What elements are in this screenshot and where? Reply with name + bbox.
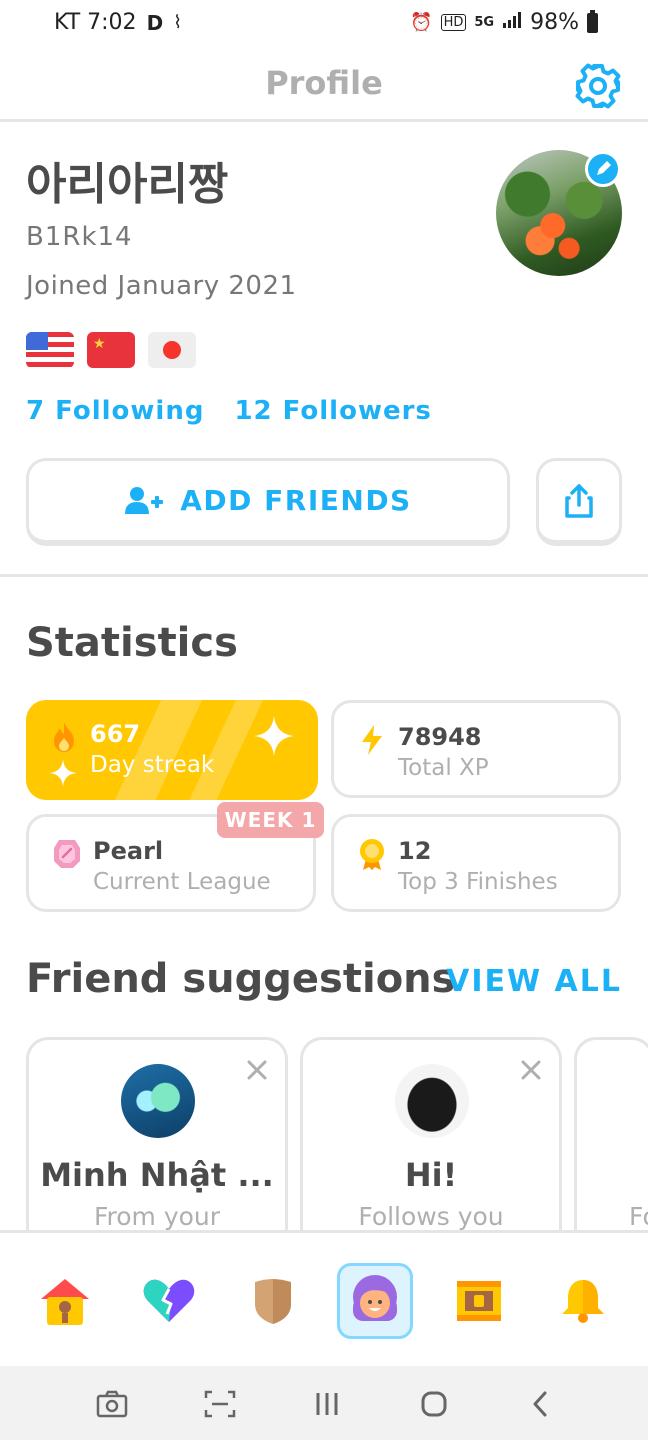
nav-learn[interactable] — [27, 1263, 103, 1339]
china-flag-icon[interactable]: ★ — [87, 332, 135, 368]
status-right: ⏰ HD 5G 98% — [410, 9, 598, 35]
gear-icon — [575, 63, 621, 109]
nav-leaderboards[interactable] — [235, 1263, 311, 1339]
signal-icon — [502, 11, 522, 34]
stat-card-streak[interactable]: 667 Day streak — [26, 700, 318, 800]
suggestion-avatar — [121, 1064, 195, 1138]
view-all-link[interactable]: VIEW ALL — [446, 964, 622, 999]
scan-button[interactable] — [200, 1384, 240, 1424]
statistics-title: Statistics — [26, 620, 238, 666]
suggestion-card[interactable]: Fo — [574, 1037, 648, 1237]
sparkle-icon — [254, 716, 294, 756]
following-link[interactable]: 7 Following — [26, 396, 204, 426]
back-icon — [533, 1391, 547, 1417]
followers-link[interactable]: 12 Followers — [234, 396, 431, 426]
scan-icon — [204, 1390, 236, 1418]
stat-card-xp[interactable]: 78948 Total XP — [331, 700, 621, 798]
hd-icon: HD — [440, 14, 467, 31]
system-nav-bar — [0, 1366, 648, 1440]
suggestion-reason: Fo — [629, 1202, 648, 1231]
camera-button[interactable] — [92, 1384, 132, 1424]
lightning-icon — [362, 725, 382, 755]
medal-icon — [360, 839, 384, 870]
pencil-icon — [597, 161, 611, 175]
settings-button[interactable] — [574, 62, 622, 110]
friend-suggestions-title: Friend suggestions — [26, 956, 456, 1002]
suggestion-avatar — [395, 1064, 469, 1138]
edit-avatar-button[interactable] — [585, 151, 621, 187]
top-header: Profile — [0, 50, 648, 122]
suggestion-card[interactable]: Minh Nhật ... From your — [26, 1037, 288, 1237]
page-title: Profile — [265, 64, 383, 102]
back-button[interactable] — [521, 1384, 561, 1424]
top3-label: Top 3 Finishes — [398, 869, 558, 895]
recent-apps-button[interactable] — [307, 1384, 347, 1424]
japan-flag-icon[interactable] — [148, 332, 196, 368]
home-icon — [41, 1279, 89, 1325]
suggestion-reason: Follows you — [358, 1202, 504, 1231]
battery-icon — [587, 9, 598, 33]
bottom-nav — [0, 1230, 648, 1366]
status-left: KT 7:02 D ⌇ — [54, 10, 182, 35]
camera-icon — [96, 1390, 128, 1418]
recent-apps-icon — [316, 1393, 338, 1415]
top3-value: 12 — [398, 837, 432, 865]
nav-shop[interactable] — [441, 1263, 517, 1339]
joined-date: Joined January 2021 — [26, 271, 297, 301]
suggestion-name: Minh Nhật ... — [40, 1156, 274, 1194]
home-button[interactable] — [414, 1384, 454, 1424]
us-flag-icon[interactable] — [26, 332, 74, 368]
week-badge: WEEK 1 — [217, 802, 324, 838]
suggestion-name: Hi! — [404, 1156, 458, 1194]
add-user-icon — [125, 486, 164, 514]
follow-counts: 7 Following 12 Followers — [26, 396, 432, 426]
xp-label: Total XP — [398, 755, 489, 781]
nav-notifications[interactable] — [545, 1263, 621, 1339]
app-notification-icon: D — [146, 10, 164, 35]
chest-icon — [457, 1281, 501, 1321]
carrier-time: KT 7:02 — [54, 10, 137, 35]
section-divider — [0, 574, 648, 577]
bell-icon — [562, 1280, 604, 1323]
league-shield-icon — [255, 1279, 291, 1324]
nav-profile[interactable] — [337, 1263, 413, 1339]
league-value: Pearl — [93, 837, 164, 865]
streak-value: 667 — [90, 720, 141, 748]
alarm-icon: ⏰ — [410, 12, 433, 33]
close-icon[interactable] — [519, 1058, 543, 1082]
5g-icon: 5G — [474, 15, 495, 30]
home-circle-icon — [421, 1391, 447, 1417]
suggestion-reason: From your — [93, 1202, 221, 1231]
battery-percent: 98% — [530, 10, 579, 35]
flame-icon — [54, 722, 74, 752]
username: B1Rk14 — [26, 222, 133, 252]
xp-value: 78948 — [398, 723, 482, 751]
sparkle-small-icon — [49, 759, 77, 787]
suggestion-card[interactable]: Hi! Follows you — [300, 1037, 562, 1237]
course-flags: ★ — [26, 332, 196, 368]
add-friends-label: ADD FRIENDS — [180, 484, 412, 517]
league-label: Current League — [93, 869, 271, 895]
share-icon — [565, 483, 593, 518]
pearl-gem-icon — [54, 840, 80, 868]
display-name: 아리아리짱 — [26, 159, 229, 210]
close-icon[interactable] — [245, 1058, 269, 1082]
nfc-icon: ⌇ — [173, 12, 182, 33]
status-bar: KT 7:02 D ⌇ ⏰ HD 5G 98% — [0, 0, 648, 48]
stat-card-top3[interactable]: 12 Top 3 Finishes — [331, 814, 621, 912]
hearts-icon — [143, 1279, 195, 1322]
profile-icon — [353, 1275, 397, 1321]
add-friends-button[interactable]: ADD FRIENDS — [26, 458, 510, 546]
nav-practice[interactable] — [131, 1263, 207, 1339]
streak-label: Day streak — [90, 752, 215, 778]
share-button[interactable] — [536, 458, 622, 546]
